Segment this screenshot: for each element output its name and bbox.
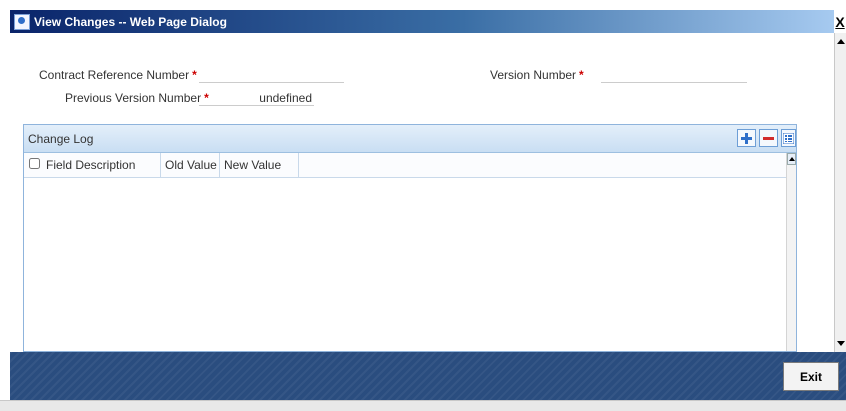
list-icon	[783, 132, 794, 144]
delete-row-button[interactable]	[759, 129, 778, 147]
version-input[interactable]	[601, 67, 747, 83]
column-label: Field Description	[46, 158, 136, 172]
grid-header: Change Log	[24, 125, 796, 153]
column-label: Old Value	[165, 158, 217, 172]
change-log-grid: Change Log Field Description Old Value N…	[23, 124, 797, 352]
select-all-checkbox[interactable]	[29, 158, 40, 169]
dialog-title-bar: View Changes -- Web Page Dialog	[10, 10, 834, 33]
column-old-value[interactable]: Old Value	[161, 153, 220, 177]
dialog-footer: Exit	[10, 352, 846, 400]
add-row-button[interactable]	[737, 129, 756, 147]
status-bar	[0, 400, 846, 411]
window-scrollbar[interactable]	[834, 33, 846, 352]
dialog-title: View Changes -- Web Page Dialog	[34, 14, 227, 29]
version-label: Version Number *	[490, 68, 584, 82]
plus-icon	[741, 132, 752, 144]
view-row-button[interactable]	[781, 129, 796, 147]
close-icon[interactable]: X	[834, 10, 846, 33]
ie-page-icon	[14, 13, 30, 30]
exit-button[interactable]: Exit	[783, 362, 839, 391]
contract-ref-label: Contract Reference Number *	[39, 68, 197, 82]
prev-version-input[interactable]	[199, 90, 314, 106]
column-label: New Value	[224, 158, 282, 172]
required-marker: *	[192, 68, 197, 82]
grid-scrollbar[interactable]	[786, 153, 796, 351]
dialog-content: Contract Reference Number * Previous Vers…	[10, 33, 834, 352]
column-new-value[interactable]: New Value	[220, 153, 299, 177]
scroll-up-icon[interactable]	[787, 153, 796, 165]
scroll-up-arrow-icon[interactable]	[837, 39, 845, 44]
required-marker: *	[579, 68, 584, 82]
grid-title: Change Log	[28, 132, 94, 146]
contract-ref-input[interactable]	[199, 67, 344, 83]
scroll-down-arrow-icon[interactable]	[837, 341, 845, 346]
minus-icon	[763, 136, 774, 140]
column-field-description[interactable]: Field Description	[24, 153, 161, 177]
prev-version-label: Previous Version Number *	[65, 91, 209, 105]
grid-column-header: Field Description Old Value New Value	[24, 153, 786, 178]
